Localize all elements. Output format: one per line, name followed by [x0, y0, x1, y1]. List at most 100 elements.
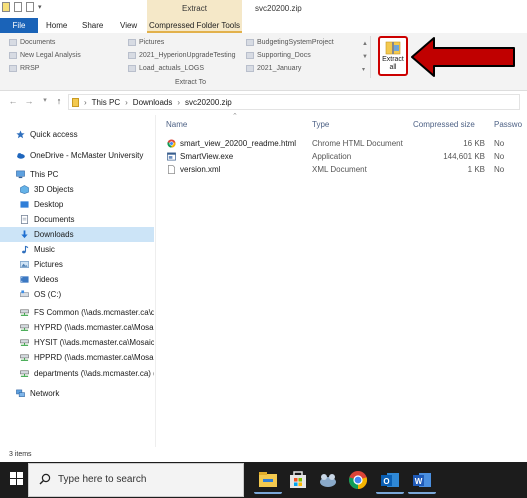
chrome-icon — [167, 139, 176, 148]
nav-this-pc[interactable]: This PC — [0, 167, 154, 182]
extract-all-label-2: all — [389, 64, 397, 71]
table-row[interactable]: smart_view_20200_readme.html Chrome HTML… — [160, 137, 527, 150]
music-icon — [22, 245, 29, 254]
zip-folder-icon — [385, 40, 401, 56]
tab-view[interactable]: View — [120, 18, 137, 33]
destination-new-legal-analysis[interactable]: New Legal Analysis — [9, 50, 81, 62]
nav-desktop[interactable]: Desktop — [0, 197, 154, 212]
word-icon: W — [413, 473, 431, 487]
computer-icon — [16, 170, 25, 179]
taskbar-store[interactable] — [284, 466, 312, 494]
zip-folder-icon — [72, 97, 79, 107]
nav-departments[interactable]: departments (\\ads.mcmaster.ca) (Z — [0, 366, 154, 381]
forward-icon[interactable]: → — [24, 95, 34, 107]
nav-os-c[interactable]: OS (C:) — [0, 287, 154, 302]
file-name: smart_view_20200_readme.html — [180, 139, 297, 148]
download-icon — [21, 230, 28, 239]
nav-documents[interactable]: Documents — [0, 212, 154, 227]
up-icon[interactable]: ↑ — [54, 95, 64, 107]
nav-videos[interactable]: Videos — [0, 272, 154, 287]
search-placeholder: Type here to search — [58, 474, 147, 485]
qat-dropdown-icon[interactable]: ▾ — [38, 3, 42, 11]
nav-fs-common[interactable]: FS Common (\\ads.mcmaster.ca\de — [0, 305, 154, 320]
store-icon — [290, 471, 306, 488]
extract-all-button[interactable]: Extract all — [378, 36, 408, 76]
star-icon — [16, 130, 25, 139]
taskbar-file-explorer[interactable] — [254, 466, 282, 494]
chrome-icon — [348, 471, 368, 490]
nav-network[interactable]: Network — [0, 386, 154, 401]
file-type: XML Document — [312, 165, 367, 174]
destination-pictures[interactable]: Pictures — [128, 37, 164, 49]
navigation-pane: Quick access OneDrive - McMaster Univers… — [0, 115, 154, 447]
destination-2021-january[interactable]: 2021_January — [246, 63, 301, 75]
taskbar-app-snip[interactable] — [314, 466, 342, 494]
tab-home[interactable]: Home — [46, 18, 67, 33]
column-header-compressed-size[interactable]: Compressed size — [413, 120, 475, 132]
new-folder-icon[interactable] — [26, 2, 34, 12]
file-type: Application — [312, 152, 352, 161]
file-password: No — [494, 165, 505, 174]
destination-supporting-docs[interactable]: Supporting_Docs — [246, 50, 311, 62]
breadcrumb-current[interactable]: svc20200.zip — [185, 98, 232, 107]
tab-file[interactable]: File — [0, 18, 38, 33]
picture-icon — [20, 261, 29, 268]
file-size: 144,601 KB — [443, 152, 485, 161]
destination-budgeting-system-project[interactable]: BudgetingSystemProject — [246, 37, 334, 49]
nav-onedrive[interactable]: OneDrive - McMaster University — [0, 148, 154, 163]
file-type: Chrome HTML Document — [312, 139, 403, 148]
nav-3d-objects[interactable]: 3D Objects — [0, 182, 154, 197]
column-header-type[interactable]: Type — [312, 120, 329, 132]
nav-downloads[interactable]: Downloads — [0, 227, 154, 242]
taskbar-word[interactable]: W — [408, 466, 436, 494]
desktop-icon — [20, 201, 29, 208]
column-header-name[interactable]: Name — [166, 120, 187, 132]
address-row: ← → ▾ ↑ › This PC › Downloads › svc20200… — [0, 93, 527, 111]
properties-icon[interactable] — [14, 2, 22, 12]
nav-music[interactable]: Music — [0, 242, 154, 257]
annotation-arrow-icon — [410, 36, 518, 80]
ribbon-scroll-arrows[interactable]: ▲ ▼ ▾ — [362, 38, 368, 77]
ribbon-separator — [370, 36, 371, 78]
destination-load-actuals-logs[interactable]: Load_actuals_LOGS — [128, 63, 204, 75]
nav-pictures[interactable]: Pictures — [0, 257, 154, 272]
picture-icon — [128, 39, 136, 46]
column-header-password[interactable]: Passwo — [494, 120, 522, 132]
ribbon-tabs: File Home Share View Compressed Folder T… — [0, 18, 527, 33]
windows-start-icon[interactable] — [10, 472, 24, 486]
table-row[interactable]: version.xml XML Document 1 KB No — [160, 163, 527, 176]
folder-icon[interactable] — [2, 2, 10, 12]
tab-share[interactable]: Share — [82, 18, 103, 33]
folder-icon — [128, 65, 136, 72]
folder-icon — [246, 65, 254, 72]
taskbar-search-box[interactable]: Type here to search — [28, 463, 244, 497]
back-icon[interactable]: ← — [8, 95, 18, 107]
pane-divider[interactable] — [155, 115, 156, 447]
table-row[interactable]: SmartView.exe Application 144,601 KB No — [160, 150, 527, 163]
window-title: svc20200.zip — [255, 4, 302, 13]
address-bar[interactable]: › This PC › Downloads › svc20200.zip — [68, 94, 520, 110]
quick-access-toolbar: ▾ — [2, 2, 42, 12]
file-name: version.xml — [180, 165, 221, 174]
destination-documents[interactable]: Documents — [9, 37, 55, 49]
tab-compressed-folder-tools[interactable]: Compressed Folder Tools — [147, 18, 242, 33]
taskbar-outlook[interactable]: O — [376, 466, 404, 494]
breadcrumb-downloads[interactable]: Downloads — [133, 98, 173, 107]
taskbar-chrome[interactable] — [344, 466, 372, 494]
destination-rrsp[interactable]: RRSP — [9, 63, 39, 75]
cube-icon — [20, 185, 29, 194]
breadcrumb-separator-icon: › — [84, 97, 87, 107]
explorer-window: ▾ Extract svc20200.zip File Home Share V… — [0, 0, 527, 498]
recent-locations-icon[interactable]: ▾ — [40, 95, 50, 107]
xml-file-icon — [168, 165, 175, 174]
destination-hyperion-upgrade-testing[interactable]: 2021_HyperionUpgradeTesting — [128, 50, 236, 62]
nav-hysit[interactable]: HYSIT (\\ads.mcmaster.ca\Mosaic\ — [0, 335, 154, 350]
breadcrumb-this-pc[interactable]: This PC — [92, 98, 120, 107]
nav-hyprd[interactable]: HYPRD (\\ads.mcmaster.ca\Mosaic — [0, 320, 154, 335]
file-size: 16 KB — [463, 139, 485, 148]
nav-hpprd[interactable]: HPPRD (\\ads.mcmaster.ca\Mosaic — [0, 350, 154, 365]
nav-quick-access[interactable]: Quick access — [0, 127, 154, 142]
file-name: SmartView.exe — [180, 152, 234, 161]
network-drive-icon — [20, 324, 29, 331]
network-drive-icon — [20, 370, 29, 377]
